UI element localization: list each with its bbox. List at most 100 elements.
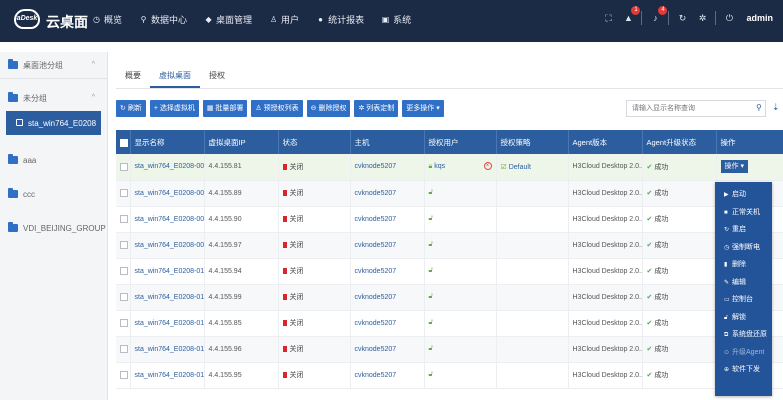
row-checkbox-cell[interactable]: [116, 154, 131, 181]
col-header-auth-user[interactable]: 授权用户: [424, 130, 497, 154]
refresh-button[interactable]: ↻ 刷新: [116, 100, 146, 117]
col-header-name[interactable]: 显示名称: [130, 130, 205, 154]
unlock-icon[interactable]: 🔓︎: [429, 293, 434, 300]
chevron-up-icon[interactable]: ^: [92, 61, 95, 68]
col-header-status[interactable]: 状态: [278, 130, 351, 154]
auth-user-link[interactable]: kqs: [434, 163, 445, 170]
vm-name-link[interactable]: sta_win764_E0208-010: [135, 268, 204, 275]
menu-item-console[interactable]: ▭ 控制台: [715, 291, 772, 309]
auth-policy-link[interactable]: Default: [509, 164, 531, 171]
table-row[interactable]: sta_win764_E0208-012 4.4.155.85 关闭 cvknode5…: [116, 310, 783, 337]
col-header-agent-version[interactable]: Agent版本: [568, 130, 643, 154]
cell-name[interactable]: sta_win764_E0208-010: [130, 258, 205, 285]
table-row[interactable]: sta_win764_E0208-007 4.4.155.89 关闭 cvknode5…: [116, 180, 783, 207]
checkbox[interactable]: [120, 189, 128, 197]
refresh-icon[interactable]: ↻: [675, 10, 689, 26]
cell-host[interactable]: cvknode5207: [350, 258, 425, 285]
host-link[interactable]: cvknode5207: [355, 320, 397, 327]
checkbox[interactable]: [120, 215, 128, 223]
menu-item-refresh[interactable]: ◷ 强制断电: [715, 239, 772, 257]
checkbox[interactable]: [120, 241, 128, 249]
checkbox[interactable]: [120, 293, 128, 301]
sidebar-group-aaa[interactable]: aaa: [0, 147, 107, 173]
sidebar-group-ccc[interactable]: ccc: [0, 181, 107, 207]
vm-name-link[interactable]: sta_win764_E0208-006: [135, 163, 204, 170]
row-checkbox-cell[interactable]: [116, 310, 131, 337]
table-row[interactable]: sta_win764_E0208-006 4.4.155.81 关闭 cvknode5…: [116, 154, 783, 181]
search-input[interactable]: [626, 100, 766, 117]
search-icon[interactable]: ⚲: [756, 103, 762, 112]
vm-name-link[interactable]: sta_win764_E0208-014: [135, 372, 204, 379]
unlock-icon[interactable]: 🔓︎: [429, 345, 434, 352]
batch-deploy-button[interactable]: ▦ 批量部署: [202, 100, 248, 117]
select-vm-button[interactable]: + 选择虚拟机: [149, 100, 199, 117]
checkbox[interactable]: [120, 345, 128, 353]
cell-host[interactable]: cvknode5207: [350, 206, 425, 233]
nav-system[interactable]: ▣ 系统: [381, 13, 411, 26]
user-menu[interactable]: admin: [746, 13, 773, 23]
vm-name-link[interactable]: sta_win764_E0208-009: [135, 242, 204, 249]
cell-host[interactable]: cvknode5207: [350, 180, 425, 207]
host-link[interactable]: cvknode5207: [355, 190, 397, 197]
host-link[interactable]: cvknode5207: [355, 268, 397, 275]
host-link[interactable]: cvknode5207: [355, 216, 397, 223]
menu-item-play[interactable]: ▶ 启动: [715, 186, 772, 204]
sidebar-pool-selected[interactable]: sta_win764_E0208: [6, 111, 101, 135]
download-icon[interactable]: ⇣: [772, 102, 780, 113]
row-checkbox-cell[interactable]: [116, 232, 131, 259]
cell-host[interactable]: cvknode5207: [350, 232, 425, 259]
row-checkbox-cell[interactable]: [116, 258, 131, 285]
remove-auth-icon[interactable]: ×: [483, 162, 492, 170]
nav-overview[interactable]: ◷ 概览: [92, 13, 122, 26]
menu-item-software[interactable]: ⊕ 软件下发: [715, 361, 772, 379]
cell-name[interactable]: sta_win764_E0208-012: [130, 310, 205, 337]
checkbox[interactable]: [120, 138, 128, 147]
table-row[interactable]: sta_win764_E0208-013 4.4.155.96 关闭 cvknode5…: [116, 336, 783, 363]
menu-item-stop[interactable]: ■ 正常关机: [715, 204, 772, 222]
host-link[interactable]: cvknode5207: [355, 163, 397, 170]
checkbox[interactable]: [120, 319, 128, 327]
vm-name-link[interactable]: sta_win764_E0208-012: [135, 320, 204, 327]
cell-host[interactable]: cvknode5207: [350, 336, 425, 363]
host-link[interactable]: cvknode5207: [355, 294, 397, 301]
fullscreen-icon[interactable]: ⛶: [601, 10, 615, 26]
unlock-icon[interactable]: 🔓︎: [429, 319, 434, 326]
tab-virtual-desktops[interactable]: 虚拟桌面: [150, 64, 200, 88]
menu-item-unlock[interactable]: 🔓︎ 解锁: [715, 309, 772, 327]
app-logo[interactable]: aDesk: [14, 9, 40, 29]
table-row[interactable]: sta_win764_E0208-011 4.4.155.99 关闭 cvknode5…: [116, 284, 783, 311]
more-actions-button[interactable]: 更多操作 ▾: [402, 100, 444, 117]
cell-host[interactable]: cvknode5207: [350, 362, 425, 389]
col-header-host[interactable]: 主机: [350, 130, 425, 154]
host-link[interactable]: cvknode5207: [355, 242, 397, 249]
table-row[interactable]: sta_win764_E0208-014 4.4.155.95 关闭 cvknode5…: [116, 362, 783, 389]
col-header-auth-policy[interactable]: 授权策略: [496, 130, 569, 154]
unlock-icon[interactable]: 🔓︎: [429, 189, 434, 196]
notification-icon[interactable]: ♪ 4: [648, 6, 668, 26]
customize-list-button[interactable]: ✲ 列表定制: [354, 100, 399, 117]
cell-host[interactable]: cvknode5207: [350, 310, 425, 337]
unlock-icon[interactable]: 🔓︎: [429, 241, 434, 248]
vm-name-link[interactable]: sta_win764_E0208-013: [135, 346, 204, 353]
nav-datacenter[interactable]: ⚲ 数据中心: [139, 13, 187, 26]
cell-name[interactable]: sta_win764_E0208-008: [130, 206, 205, 233]
vm-name-link[interactable]: sta_win764_E0208-008: [135, 216, 204, 223]
row-checkbox-cell[interactable]: [116, 362, 131, 389]
power-icon[interactable]: ⏻: [722, 10, 736, 26]
row-actions-button[interactable]: 操作 ▾: [720, 160, 748, 174]
cell-name[interactable]: sta_win764_E0208-009: [130, 232, 205, 259]
delete-auth-button[interactable]: ⊖ 删除授权: [306, 100, 351, 117]
menu-item-restore[interactable]: ⧉ 系统盘还原: [715, 326, 772, 344]
nav-users[interactable]: ♙ 用户: [269, 13, 299, 26]
cell-host[interactable]: cvknode5207: [350, 284, 425, 311]
checkbox[interactable]: [120, 162, 128, 171]
cell-host[interactable]: cvknode5207: [350, 154, 425, 181]
cell-name[interactable]: sta_win764_E0208-006: [130, 154, 205, 181]
alert-icon[interactable]: ▲ 1: [621, 6, 641, 26]
host-link[interactable]: cvknode5207: [355, 372, 397, 379]
unlock-icon[interactable]: 🔓︎: [429, 371, 434, 378]
cell-name[interactable]: sta_win764_E0208-013: [130, 336, 205, 363]
row-checkbox-cell[interactable]: [116, 206, 131, 233]
table-row[interactable]: sta_win764_E0208-009 4.4.155.97 关闭 cvknode5…: [116, 232, 783, 259]
col-header-ip[interactable]: 虚拟桌面IP: [204, 130, 279, 154]
